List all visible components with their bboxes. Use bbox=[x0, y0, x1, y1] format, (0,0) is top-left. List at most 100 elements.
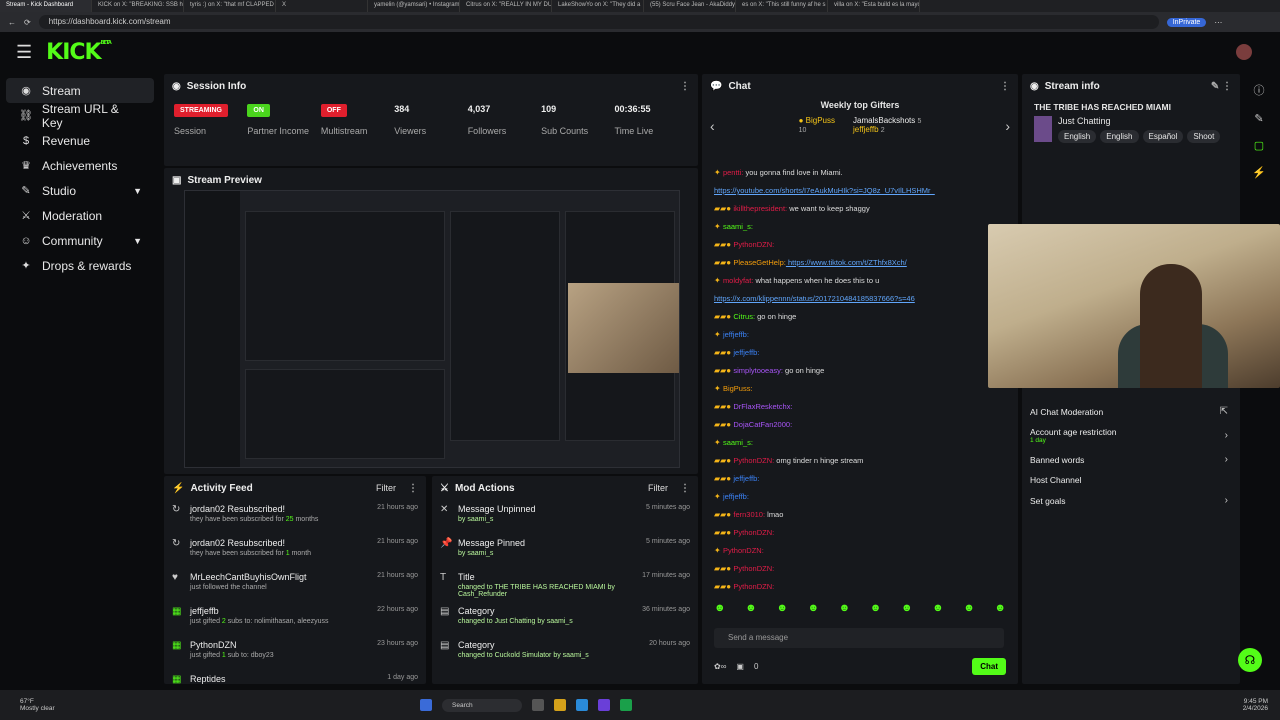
chat-setting-ai-chat-moderation[interactable]: AI Chat Moderation ⇱ bbox=[1030, 406, 1228, 417]
sidebar-item-drops-rewards[interactable]: ✦ Drops & rewards bbox=[6, 253, 154, 278]
chevron-down-icon[interactable]: ▼ bbox=[133, 186, 142, 196]
chat-message[interactable]: ✦ jeffjeffb: bbox=[714, 488, 1006, 506]
chat-message[interactable]: ▰▰● PythonDZN: bbox=[714, 236, 1006, 254]
chat-message[interactable]: ▰▰● PythonDZN: omg tinder n hinge stream bbox=[714, 452, 1006, 470]
app-icon[interactable] bbox=[620, 699, 632, 711]
app-icon[interactable] bbox=[554, 699, 566, 711]
chat-message[interactable]: ▰▰● fern3010: lmao bbox=[714, 506, 1006, 524]
emote-icon[interactable]: ☻ bbox=[745, 602, 757, 614]
emote-icon[interactable]: ☻ bbox=[963, 602, 975, 614]
chat-message[interactable]: ✦ saami_s: bbox=[714, 218, 1006, 236]
activity-item[interactable]: ↻ jordan02 Resubscribed! they have been su… bbox=[164, 534, 426, 568]
chat-username[interactable]: PythonDZN: bbox=[733, 240, 774, 249]
stream-tag[interactable]: English bbox=[1100, 130, 1139, 143]
chat-username[interactable]: PythonDZN: bbox=[733, 564, 774, 573]
more-options-icon[interactable]: ⋮ bbox=[680, 81, 690, 92]
chat-username[interactable]: jeffjeffb: bbox=[723, 492, 749, 501]
chat-username[interactable]: saami_s: bbox=[723, 438, 753, 447]
chat-username[interactable]: PythonDZN: bbox=[733, 456, 774, 465]
emote-icon[interactable]: ☻ bbox=[807, 602, 819, 614]
chat-username[interactable]: Citrus: bbox=[733, 312, 755, 321]
chat-message[interactable]: ✦ jeffjeffb: bbox=[714, 326, 1006, 344]
sidebar-item-moderation[interactable]: ⚔ Moderation bbox=[6, 203, 154, 228]
filter-button[interactable]: Filter bbox=[648, 483, 668, 493]
external-link-icon[interactable]: ⇱ bbox=[1220, 406, 1228, 417]
mod-action-item[interactable]: ✕ Message Unpinned by saami_s 5 minutes ago bbox=[432, 500, 698, 534]
chat-message[interactable]: https://x.com/klippennn/status/201721048… bbox=[714, 290, 1006, 308]
chat-username[interactable]: PythonDZN: bbox=[723, 546, 764, 555]
taskbar-search[interactable]: Search bbox=[442, 698, 522, 712]
mod-action-item[interactable]: ▤ Category changed to Just Chatting by saa… bbox=[432, 602, 698, 636]
chat-username[interactable]: saami_s: bbox=[723, 222, 753, 231]
stream-tag[interactable]: English bbox=[1058, 130, 1097, 143]
chevron-right-icon[interactable]: › bbox=[1225, 454, 1228, 465]
gifter-2[interactable]: JamalsBackshots 5 jeffjeffb 2 bbox=[853, 116, 921, 134]
chevron-right-icon[interactable]: › bbox=[1225, 430, 1228, 441]
browser-tab[interactable]: Stream - Kick Dashboard bbox=[0, 0, 92, 12]
chat-message[interactable]: ▰▰● PleaseGetHelp: https://www.tiktok.co… bbox=[714, 254, 1006, 272]
chat-setting-host-channel[interactable]: Host Channel bbox=[1030, 475, 1228, 485]
browser-tab[interactable]: Citrus on X: "REALLY IN MY DUI bbox=[460, 0, 552, 12]
emote-icon[interactable]: ☻ bbox=[932, 602, 944, 614]
chat-username[interactable]: jeffjeffb: bbox=[733, 474, 759, 483]
emote-icon[interactable]: ☻ bbox=[839, 602, 851, 614]
gift-icon[interactable]: ▣ bbox=[736, 662, 744, 671]
app-icon[interactable] bbox=[598, 699, 610, 711]
user-avatar[interactable] bbox=[1236, 44, 1252, 60]
chat-message[interactable]: ✦ saami_s: bbox=[714, 434, 1006, 452]
chat-username[interactable]: DrFlaxResketchx: bbox=[733, 402, 792, 411]
chat-username[interactable]: jeffjeffb: bbox=[723, 330, 749, 339]
chat-setting-banned-words[interactable]: Banned words › bbox=[1030, 454, 1228, 465]
emote-icon[interactable]: ☻ bbox=[994, 602, 1006, 614]
browser-tab[interactable]: KICK on X: "BREAKING: SSB has a bbox=[92, 0, 184, 12]
chat-message[interactable]: ▰▰● PythonDZN: bbox=[714, 578, 1006, 596]
kick-logo[interactable]: KICKBETA bbox=[46, 40, 112, 65]
chat-message[interactable]: ▰▰● Citrus: go on hinge bbox=[714, 308, 1006, 326]
mod-action-item[interactable]: ▤ Category changed to Cuckold Simulator by… bbox=[432, 636, 698, 670]
chat-username[interactable]: PythonDZN: bbox=[733, 582, 774, 591]
emote-icon[interactable]: ☻ bbox=[901, 602, 913, 614]
hamburger-menu-icon[interactable]: ☰ bbox=[16, 42, 32, 63]
app-icon[interactable] bbox=[576, 699, 588, 711]
shield-icon[interactable]: ▢ bbox=[1254, 139, 1264, 152]
points-icon[interactable]: ✿∞ bbox=[714, 662, 726, 671]
browser-tab[interactable]: villa on X: "Esta build es la mayor bbox=[828, 0, 920, 12]
emote-icon[interactable]: ☻ bbox=[714, 602, 726, 614]
more-options-icon[interactable]: ⋮ bbox=[408, 483, 418, 494]
browser-tab[interactable]: tyris :) on X: "that mf CLAPPED bbox=[184, 0, 276, 12]
chat-message[interactable]: ▰▰● simplytooeasy: go on hinge bbox=[714, 362, 1006, 380]
browser-tab[interactable]: yamelin (@yamsari) • Instagram bbox=[368, 0, 460, 12]
chat-message[interactable]: ▰▰● DojaCatFan2000: bbox=[714, 416, 1006, 434]
mod-action-item[interactable]: T Title changed to THE TRIBE HAS REACHED M… bbox=[432, 568, 698, 602]
headset-icon[interactable]: ☊ bbox=[1238, 648, 1262, 672]
chat-message[interactable]: ▰▰● PythonDZN: bbox=[714, 560, 1006, 578]
filter-button[interactable]: Filter bbox=[376, 483, 396, 493]
mod-action-item[interactable]: 📌 Message Pinned by saami_s 5 minutes ago bbox=[432, 534, 698, 568]
chat-message[interactable]: ▰▰● ikillthepresident: we want to keep s… bbox=[714, 200, 1006, 218]
chat-message[interactable]: ✦ moldyfat: what happens when he does th… bbox=[714, 272, 1006, 290]
chat-message[interactable]: ✦ pentti: you gonna find love in Miami. bbox=[714, 164, 1006, 182]
sidebar-item-community[interactable]: ☺ Community ▼ bbox=[6, 228, 154, 253]
activity-item[interactable]: ♥ MrLeechCantBuyhisOwnFligt just followed … bbox=[164, 568, 426, 602]
chat-username[interactable]: pentti: bbox=[723, 168, 743, 177]
chat-message[interactable]: ▰▰● jeffjeffb: bbox=[714, 344, 1006, 362]
inprivate-badge[interactable]: InPrivate bbox=[1166, 17, 1207, 27]
sidebar-item-achievements[interactable]: ♛ Achievements bbox=[6, 153, 154, 178]
chat-text[interactable]: https://www.tiktok.com/t/ZThfx8Xch/ bbox=[786, 258, 907, 267]
chat-text[interactable]: https://x.com/klippennn/status/201721048… bbox=[714, 294, 915, 303]
url-field[interactable]: https://dashboard.kick.com/stream bbox=[38, 15, 1159, 29]
sidebar-item-stream-url-key[interactable]: ⛓ Stream URL & Key bbox=[6, 102, 154, 130]
chat-username[interactable]: jeffjeffb: bbox=[733, 348, 759, 357]
info-icon[interactable]: ⓘ bbox=[1254, 82, 1265, 98]
emote-icon[interactable]: ☻ bbox=[870, 602, 882, 614]
chat-message[interactable]: https://youtube.com/shorts/I7eAukMuHIk?s… bbox=[714, 182, 1006, 200]
send-chat-button[interactable]: Chat bbox=[972, 658, 1006, 675]
refresh-icon[interactable]: ⟳ bbox=[24, 18, 31, 27]
more-icon[interactable]: ⋯ bbox=[1214, 18, 1222, 27]
chat-setting-account-age-restriction[interactable]: Account age restriction 1 day › bbox=[1030, 427, 1228, 444]
chat-text[interactable]: https://youtube.com/shorts/I7eAukMuHIk?s… bbox=[714, 186, 935, 195]
chevron-down-icon[interactable]: ▼ bbox=[133, 236, 142, 246]
browser-tab[interactable]: es on X: "This still funny af he s bbox=[736, 0, 828, 12]
browser-tab[interactable]: (55) Scru Face Jean - AkaDiddy bbox=[644, 0, 736, 12]
chat-message[interactable]: ▰▰● DrFlaxResketchx: bbox=[714, 398, 1006, 416]
